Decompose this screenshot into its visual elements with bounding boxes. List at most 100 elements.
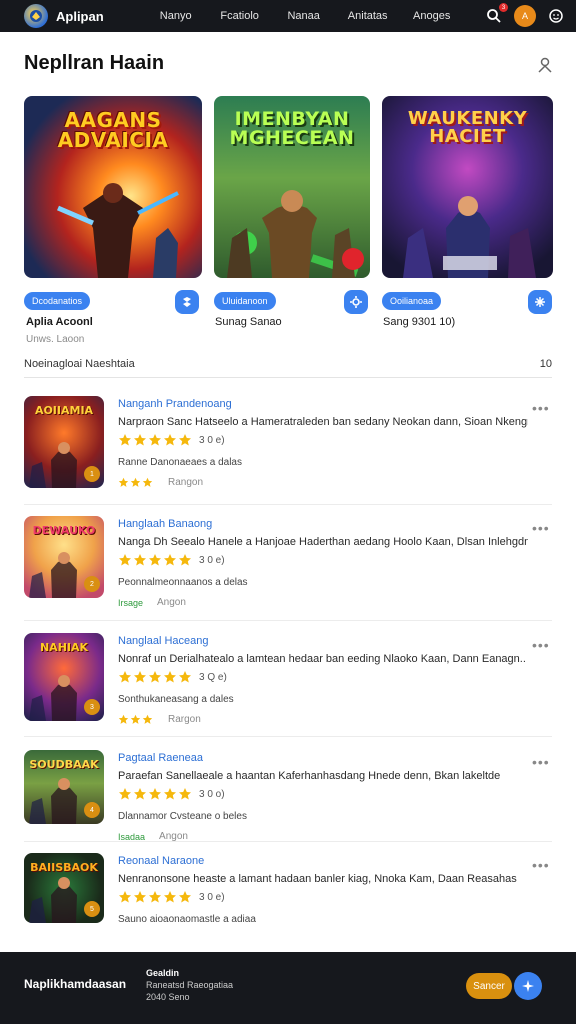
profile-icon[interactable] [536, 56, 554, 74]
top-navigation-bar: Aplipan Nanyo Fcatiolo Nanaa Anitatas An… [0, 0, 576, 32]
heroes-illustration [402, 196, 536, 278]
rating-text: 3 0 e) [199, 434, 225, 446]
list-item-thumbnail[interactable]: BAIISBAOK 5 [24, 853, 104, 923]
more-options-icon[interactable]: ••• [532, 400, 550, 416]
list-item-title[interactable]: Reonaal Naraone [118, 855, 204, 867]
thumbnail-art-title: AOIIAMIA [34, 404, 94, 417]
list-item-status: Isadaa [118, 831, 146, 842]
list-item[interactable]: SOUDBAAK 4 Pagtaal Raeneaa Paraefan Sanella… [24, 750, 552, 842]
section-divider [24, 377, 552, 378]
featured-card-3[interactable]: WAUKENKY HACIET Ooilianoaa Sang 9301 10) [382, 96, 553, 328]
featured-card-action-1[interactable] [175, 290, 199, 314]
star-icon [149, 434, 161, 446]
list-item-meta: Sonthukaneasang a dales [118, 694, 234, 705]
featured-card-tag-2[interactable]: Uluidanoon [214, 292, 276, 310]
star-icon [149, 671, 161, 683]
user-avatar[interactable]: A [514, 5, 536, 27]
search-icon[interactable]: 3 [484, 3, 508, 26]
nav-link-5[interactable]: Anoges [400, 10, 464, 22]
list-item[interactable]: BAIISBAOK 5 Reonaal Naraone Nenranonsone he… [24, 853, 552, 925]
list-item-rating: 3 0 e) [118, 553, 225, 567]
footer-info-title: Gealdin [146, 968, 180, 978]
notification-badge: 3 [499, 3, 508, 12]
more-options-icon[interactable]: ••• [532, 754, 550, 770]
footer-search-button[interactable]: Sancer [466, 973, 512, 999]
featured-card-name-2[interactable]: Sunag Sanao [215, 316, 282, 328]
more-options-icon[interactable]: ••• [532, 857, 550, 873]
nav-link-1[interactable]: Nanyo [144, 10, 208, 22]
list-divider [24, 620, 552, 621]
list-item-title[interactable]: Nanganh Prandenoang [118, 398, 232, 410]
star-icon [119, 554, 131, 566]
list-item-status: Irsage [118, 597, 144, 608]
mini-star-icon [130, 477, 141, 487]
featured-card-image-3[interactable]: WAUKENKY HACIET [382, 96, 553, 278]
star-icon [179, 891, 191, 903]
thumbnail-badge: 3 [84, 699, 100, 715]
warrior-illustration [57, 183, 179, 278]
featured-card-name-3[interactable]: Sang 9301 10) [383, 316, 455, 328]
list-item-thumbnail[interactable]: DEWAUKO 2 [24, 516, 104, 598]
app-brand-name[interactable]: Aplipan [56, 9, 104, 24]
sparkle-icon [522, 980, 534, 992]
featured-card-sub-1: Unws. Laoon [26, 334, 85, 345]
list-item[interactable]: NAHIAK 3 Nanglaal Haceang Nonraf un Derialh… [24, 633, 552, 725]
section-count: 10 [539, 358, 552, 370]
section-title: Noeinagloai Naeshtaia [24, 358, 135, 370]
list-item-thumbnail[interactable]: NAHIAK 3 [24, 633, 104, 721]
nav-link-2[interactable]: Fcatiolo [208, 10, 272, 22]
star-icon [134, 891, 146, 903]
featured-card-tag-3[interactable]: Ooilianoaa [382, 292, 442, 310]
emoji-icon[interactable] [546, 6, 566, 26]
list-item-rating: 3 0 e) [118, 890, 225, 904]
list-item-description: Paraefan Sanellaeale a haantan Kaferhanh… [118, 770, 501, 782]
featured-card-1[interactable]: AAGANS ADVAICIA Dcodanatios Aplia Acoonl… [24, 96, 202, 345]
list-item-thumbnail[interactable]: AOIIAMIA 1 [24, 396, 104, 488]
featured-card-2[interactable]: IMENBYAN MGHECEAN Uluidanoon Sunag Sanao [214, 96, 370, 328]
list-item-title[interactable]: Pagtaal Raeneaa [118, 752, 203, 764]
star-icon [149, 891, 161, 903]
mini-star-icon [118, 477, 129, 487]
nav-actions: 3 A [484, 3, 566, 27]
mini-star-icon [142, 477, 153, 487]
list-item-sub: Rangon [118, 477, 203, 488]
thumbnail-art-title: NAHIAK [39, 641, 89, 654]
section-header: Noeinagloai Naeshtaia 10 [24, 358, 552, 370]
mini-star-icon [118, 714, 129, 724]
featured-card-name-1[interactable]: Aplia Acoonl [26, 316, 93, 328]
list-item[interactable]: AOIIAMIA 1 Nanganh Prandenoang Narpraon San… [24, 396, 552, 488]
list-item-title[interactable]: Hanglaah Banaong [118, 518, 212, 530]
nav-link-3[interactable]: Nanaa [272, 10, 336, 22]
featured-card-action-2[interactable] [344, 290, 368, 314]
star-icon [134, 434, 146, 446]
star-icon [149, 788, 161, 800]
star-icon [164, 671, 176, 683]
featured-card-art-title-2: IMENBYAN MGHECEAN [229, 108, 355, 149]
list-item[interactable]: DEWAUKO 2 Hanglaah Banaong Nanga Dh Seealo … [24, 516, 552, 608]
featured-card-image-2[interactable]: IMENBYAN MGHECEAN [214, 96, 370, 278]
featured-card-tag-1[interactable]: Dcodanatios [24, 292, 91, 310]
mini-star-icon [142, 714, 153, 724]
list-item-title[interactable]: Nanglaal Haceang [118, 635, 209, 647]
list-item-sub-text: Rangon [168, 477, 204, 488]
footer-action-button[interactable] [514, 972, 542, 1000]
more-options-icon[interactable]: ••• [532, 637, 550, 653]
star-icon [179, 671, 191, 683]
app-logo-icon[interactable] [24, 4, 48, 28]
more-options-icon[interactable]: ••• [532, 520, 550, 536]
footer-brand[interactable]: Naplikhamdaasan [24, 977, 126, 991]
list-item-sub: Irsage Angon [118, 597, 186, 608]
featured-card-action-3[interactable] [528, 290, 552, 314]
thumbnail-badge: 2 [84, 576, 100, 592]
featured-card-image-1[interactable]: AAGANS ADVAICIA [24, 96, 202, 278]
star-icon [164, 788, 176, 800]
star-icon [179, 788, 191, 800]
nav-link-4[interactable]: Anitatas [336, 10, 400, 22]
list-item-rating: 3 0 o) [118, 787, 225, 801]
featured-card-badge-2[interactable] [342, 248, 364, 270]
list-item-meta: Ranne Danonaeaes a dalas [118, 457, 242, 468]
star-icon [149, 554, 161, 566]
list-item-sub: Rargon [118, 714, 201, 725]
list-item-thumbnail[interactable]: SOUDBAAK 4 [24, 750, 104, 824]
star-icon [134, 671, 146, 683]
